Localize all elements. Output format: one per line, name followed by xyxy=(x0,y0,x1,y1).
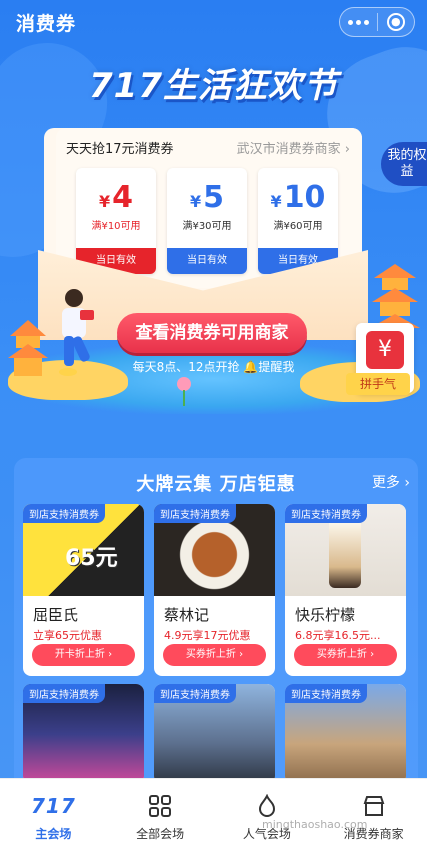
merchant-name: 蔡林记 xyxy=(164,606,210,624)
festival-title: 717生活狂欢节 xyxy=(89,66,338,106)
close-button[interactable]: ● xyxy=(378,8,415,36)
chevron-right-icon: › xyxy=(344,142,350,157)
coupon-badge: 到店支持消费券 xyxy=(154,504,236,523)
merchant-name: 快乐柠檬 xyxy=(295,606,356,624)
merchant-action-button[interactable]: 开卡折上折 › xyxy=(32,644,135,666)
coupon-badge: 到店支持消费券 xyxy=(285,504,367,523)
tab-label: 全部会场 xyxy=(136,827,185,841)
reminder-text: 每天8点、12点开抢 xyxy=(132,360,240,374)
tab-popular-venue[interactable]: 人气会场 xyxy=(214,779,321,848)
bottom-tab-bar: 717 主会场 全部会场 人气会场 消费券商家 xyxy=(0,778,427,848)
coupon-list: ¥4 满¥10可用 当日有效 ¥5 满¥30可用 当日有效 ¥10 满¥60可用… xyxy=(76,168,338,274)
tab-main-venue[interactable]: 717 主会场 xyxy=(0,779,107,848)
coupon-badge: 到店支持消费券 xyxy=(23,504,105,523)
tab-coupon-merchants[interactable]: 消费券商家 xyxy=(320,779,427,848)
merchant-action-button[interactable]: 买券折上折 › xyxy=(163,644,266,666)
merchant-name: 屈臣氏 xyxy=(33,606,79,624)
page-title: 消费券 xyxy=(16,12,77,35)
popular-icon xyxy=(255,793,279,819)
coupon-condition: 满¥10可用 xyxy=(91,221,141,232)
lucky-label: 拼手气 xyxy=(346,373,410,395)
coupon-badge: 到店支持消费券 xyxy=(285,684,367,703)
watermark: mingthaoshao.com xyxy=(262,818,368,831)
merchant-card[interactable]: 到店支持消费券 蔡林记 4.9元享17元优惠 买券折上折 › xyxy=(154,504,275,676)
merchant-card[interactable]: 到店支持消费券 xyxy=(154,684,275,784)
coupon-card[interactable]: ¥5 满¥30可用 当日有效 xyxy=(167,168,247,274)
yen-icon: ¥ xyxy=(366,331,404,369)
merchant-deal: 4.9元享17元优惠 xyxy=(164,629,251,642)
coupon-card[interactable]: ¥10 满¥60可用 当日有效 xyxy=(258,168,338,274)
merchant-card[interactable]: 到店支持消费券 xyxy=(285,684,406,784)
coupon-panel-heading: 天天抢17元消费券 xyxy=(66,142,174,157)
view-merchants-button[interactable]: 查看消费券可用商家 xyxy=(117,313,307,353)
lucky-red-envelope[interactable]: ¥ 拼手气 xyxy=(346,323,414,395)
merchant-deal: 6.8元享16.5元... xyxy=(295,629,381,642)
coupon-amount: ¥5 xyxy=(189,180,224,215)
my-benefits-tab[interactable]: 我的权益 xyxy=(381,142,427,186)
coupon-condition: 满¥30可用 xyxy=(182,221,232,232)
merchant-card[interactable]: 到店支持消费券 快乐柠檬 6.8元享16.5元... 买券折上折 › xyxy=(285,504,406,676)
bell-icon: 🔔 xyxy=(243,360,259,374)
close-icon: ● xyxy=(386,13,405,31)
store-icon xyxy=(362,793,386,819)
grid-icon xyxy=(148,793,172,819)
lotus-icon xyxy=(177,377,191,406)
coupon-badge: 到店支持消费券 xyxy=(154,684,236,703)
merchant-card[interactable]: 65元 到店支持消费券 屈臣氏 立享65元优惠 开卡折上折 › xyxy=(23,504,144,676)
coupon-condition: 满¥60可用 xyxy=(273,221,323,232)
coupon-badge: 到店支持消费券 xyxy=(23,684,105,703)
chevron-right-icon: › xyxy=(399,475,410,491)
tab-all-venues[interactable]: 全部会场 xyxy=(107,779,214,848)
tab-label: 主会场 xyxy=(35,827,72,841)
city-merchants-label: 武汉市消费券商家 xyxy=(236,142,341,157)
merchant-deal: 立享65元优惠 xyxy=(33,629,102,642)
more-link[interactable]: 更多 › xyxy=(372,472,410,492)
coupon-card[interactable]: ¥4 满¥10可用 当日有效 xyxy=(76,168,156,274)
brand-section-title: 大牌云集 万店钜惠 xyxy=(136,474,296,495)
merchant-card[interactable]: 到店支持消费券 xyxy=(23,684,144,784)
city-merchants-link[interactable]: 武汉市消费券商家 › xyxy=(237,138,350,157)
more-dots-icon xyxy=(347,19,369,25)
mini-program-capsule: ● xyxy=(339,7,415,37)
coupon-validity: 当日有效 xyxy=(167,248,247,274)
festival-banner: 717生活狂欢节 xyxy=(0,58,427,107)
promo-image-text: 65元 xyxy=(65,546,118,571)
merchant-grid: 65元 到店支持消费券 屈臣氏 立享65元优惠 开卡折上折 › 到店支持消费券 … xyxy=(23,504,406,784)
merchant-action-button[interactable]: 买券折上折 › xyxy=(294,644,397,666)
my-benefits-label: 我的权益 xyxy=(387,148,427,179)
coupon-amount: ¥4 xyxy=(98,180,133,215)
remind-me-link[interactable]: 提醒我 xyxy=(258,360,294,374)
717-logo-icon: 717 xyxy=(31,794,76,818)
more-button[interactable] xyxy=(340,8,377,36)
coupon-amount: ¥10 xyxy=(270,180,326,215)
